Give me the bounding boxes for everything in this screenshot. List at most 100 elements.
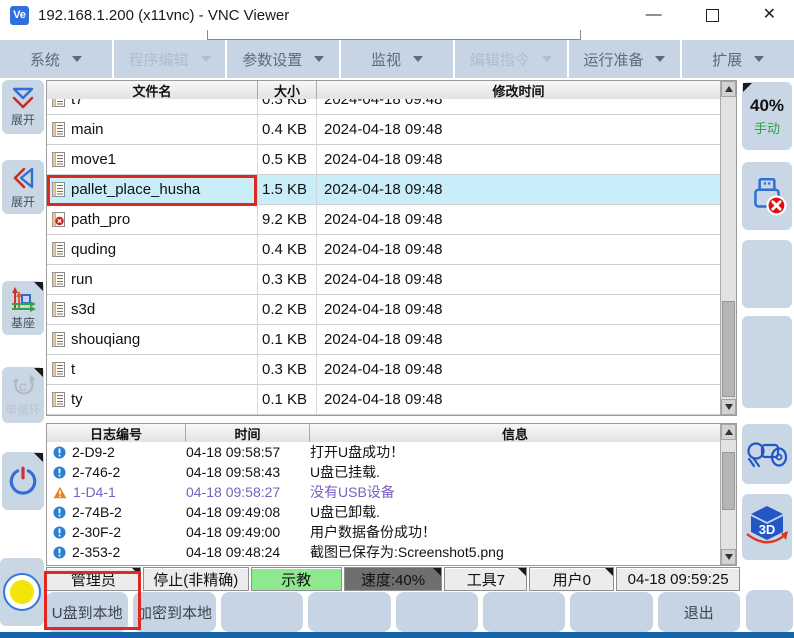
log-header-msg[interactable]: 信息: [310, 424, 720, 442]
vnc-toolbar-tab[interactable]: [207, 30, 581, 40]
status-cell-3[interactable]: 速度:40%: [344, 567, 443, 591]
minimize-button[interactable]: —: [646, 7, 662, 23]
joystick-icon: [745, 435, 789, 473]
bottom-button-empty-5: [483, 592, 565, 632]
view-3d-button[interactable]: 3D: [742, 494, 792, 560]
file-modified-time: 2024-04-18 09:48: [317, 385, 720, 414]
log-header-id[interactable]: 日志编号: [47, 424, 186, 442]
log-header-time[interactable]: 时间: [186, 424, 310, 442]
usb-disconnected-icon: [746, 175, 788, 217]
file-name: run: [71, 271, 93, 288]
scroll-down-icon[interactable]: [721, 399, 736, 415]
side-button-empty-1[interactable]: [742, 240, 792, 308]
file-row[interactable]: main0.4 KB2024-04-18 09:48: [47, 115, 720, 145]
maximize-button[interactable]: [706, 9, 719, 22]
bottom-button-7[interactable]: 退出: [658, 592, 740, 632]
log-scrollbar-thumb[interactable]: [722, 452, 735, 510]
corner-mark: [433, 568, 441, 576]
bottom-button-0[interactable]: U盘到本地: [46, 592, 128, 632]
menu-item-0[interactable]: 系统: [0, 40, 112, 78]
file-size: 9.2 KB: [258, 205, 317, 234]
file-row[interactable]: shouqiang0.1 KB2024-04-18 09:48: [47, 325, 720, 355]
file-row[interactable]: run0.3 KB2024-04-18 09:48: [47, 265, 720, 295]
corner-mark: [34, 453, 43, 462]
file-row[interactable]: quding0.4 KB2024-04-18 09:48: [47, 235, 720, 265]
side-button-empty-2[interactable]: [742, 316, 792, 408]
menu-item-6[interactable]: 扩展: [682, 40, 794, 78]
file-modified-time: 2024-04-18 09:48: [317, 175, 720, 204]
expand-down-button[interactable]: 展开: [2, 80, 44, 134]
file-modified-time: 2024-04-18 09:48: [317, 205, 720, 234]
file-header-name[interactable]: 文件名: [47, 81, 258, 99]
scroll-up-icon[interactable]: [721, 81, 736, 97]
bottom-button-empty-3: [308, 592, 390, 632]
log-scrollbar[interactable]: [720, 424, 736, 565]
file-row[interactable]: t0.3 KB2024-04-18 09:48: [47, 355, 720, 385]
log-time: 04-18 09:58:43: [186, 464, 310, 480]
file-size: 0.1 KB: [258, 385, 317, 414]
scroll-up-icon[interactable]: [721, 424, 736, 440]
status-cell-5[interactable]: 用户0: [529, 567, 614, 591]
status-cell-6: 04-18 09:59:25: [616, 567, 740, 591]
power-button[interactable]: [2, 452, 44, 510]
file-size: 0.5 KB: [258, 145, 317, 174]
mode-label: 手动: [754, 118, 780, 137]
menu-item-label: 扩展: [712, 49, 742, 70]
file-size: 0.4 KB: [258, 235, 317, 264]
single-cycle-label: 单循环: [5, 401, 41, 418]
speed-value: 40%: [750, 96, 784, 116]
file-row[interactable]: pallet_place_husha1.5 KB2024-04-18 09:48: [47, 175, 720, 205]
base-frame-button[interactable]: 基座: [2, 281, 44, 335]
log-id: 2-353-2: [72, 544, 120, 560]
menu-item-4: 编辑指令: [455, 40, 567, 78]
file-row[interactable]: t70.3 KB2024-04-18 09:48: [47, 99, 720, 115]
file-modified-time: 2024-04-18 09:48: [317, 145, 720, 174]
single-cycle-icon: C: [9, 373, 37, 399]
speed-mode-button[interactable]: 40% 手动: [742, 82, 792, 150]
file-size: 0.3 KB: [258, 265, 317, 294]
scroll-down-icon[interactable]: [721, 549, 736, 565]
file-modified-time: 2024-04-18 09:48: [317, 99, 720, 114]
menu-item-1: 程序编辑: [114, 40, 226, 78]
status-cell-label: 工具7: [467, 569, 505, 590]
usb-button[interactable]: [742, 162, 792, 230]
file-row[interactable]: move10.5 KB2024-04-18 09:48: [47, 145, 720, 175]
status-cell-label: 示教: [281, 569, 311, 590]
file-icon: [52, 182, 65, 197]
file-row[interactable]: s3d0.2 KB2024-04-18 09:48: [47, 295, 720, 325]
file-size: 0.3 KB: [258, 99, 317, 114]
file-row[interactable]: path_pro9.2 KB2024-04-18 09:48: [47, 205, 720, 235]
bottom-right-button[interactable]: [746, 590, 793, 632]
file-header-time[interactable]: 修改时间: [317, 81, 720, 99]
bottom-button-1[interactable]: 加密到本地: [133, 592, 215, 632]
menu-item-5[interactable]: 运行准备: [569, 40, 681, 78]
log-message: 截图已保存为:Screenshot5.png: [310, 542, 720, 562]
close-button[interactable]: ✕: [763, 7, 776, 23]
menu-item-3[interactable]: 监视: [341, 40, 453, 78]
yellow-dot-icon: [10, 580, 34, 604]
enable-ring-icon: [3, 573, 41, 611]
menu-item-label: 参数设置: [242, 49, 302, 70]
menu-item-2[interactable]: 参数设置: [227, 40, 339, 78]
expand-left-button[interactable]: 展开: [2, 160, 44, 214]
window-bottom-strip: [0, 632, 794, 638]
vnc-viewer-window: Ve 192.168.1.200 (x11vnc) - VNC Viewer —…: [0, 0, 794, 638]
joystick-button[interactable]: [742, 424, 792, 484]
file-name: pallet_place_husha: [71, 181, 200, 198]
status-cell-4[interactable]: 工具7: [444, 567, 527, 591]
file-scrollbar-thumb[interactable]: [722, 301, 735, 397]
base-frame-label: 基座: [11, 314, 35, 331]
file-scrollbar[interactable]: [720, 81, 736, 415]
info-icon: [53, 546, 66, 559]
file-icon: [52, 392, 65, 407]
file-header-size[interactable]: 大小: [258, 81, 317, 99]
file-row[interactable]: ty0.1 KB2024-04-18 09:48: [47, 385, 720, 415]
menu-bar: 系统程序编辑参数设置 监视编辑指令运行准备 扩展: [0, 40, 794, 78]
enable-button[interactable]: [0, 558, 44, 626]
info-icon: [53, 526, 66, 539]
status-cell-0[interactable]: 管理员: [46, 567, 141, 591]
chevron-down-icon: [314, 56, 324, 62]
file-icon: [52, 272, 65, 287]
status-cell-label: 速度:40%: [361, 569, 425, 590]
chevron-down-icon: [413, 56, 423, 62]
